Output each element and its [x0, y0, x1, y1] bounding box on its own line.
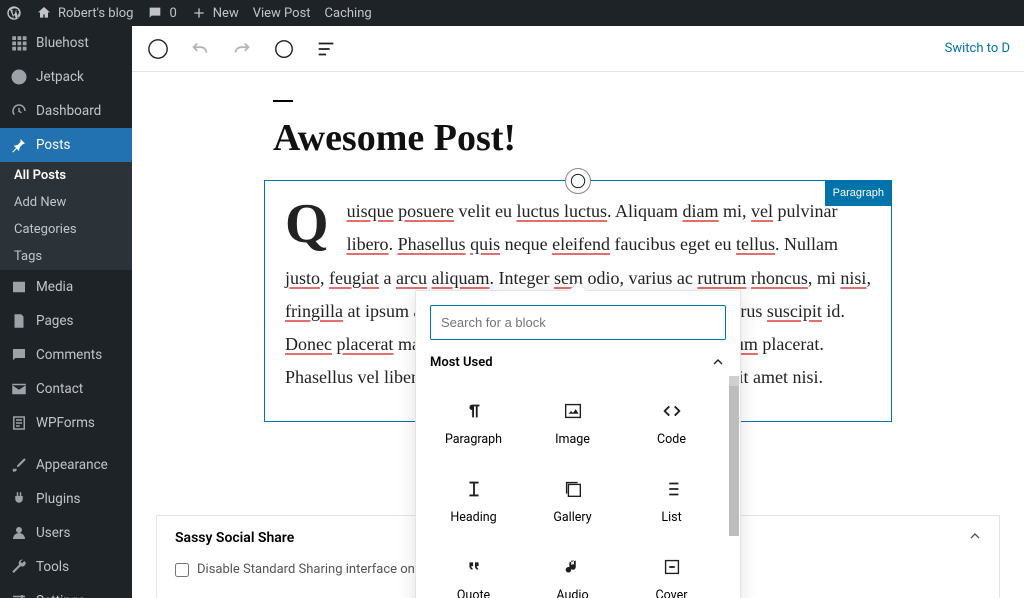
redo-button[interactable] — [230, 37, 254, 61]
wpforms-icon — [10, 414, 28, 432]
comment-count: 0 — [169, 6, 176, 21]
sidebar-item-bluehost[interactable]: Bluehost — [0, 26, 132, 60]
new-label: New — [213, 6, 239, 21]
sidebar-item-comments[interactable]: Comments — [0, 338, 132, 372]
list-icon — [661, 478, 683, 500]
switch-editor-link[interactable]: Switch to D — [945, 41, 1010, 56]
site-link[interactable]: Robert's blog — [36, 5, 133, 21]
submenu-all-posts[interactable]: All Posts — [0, 162, 132, 189]
wordpress-logo-button[interactable] — [6, 5, 22, 21]
submenu-add-new[interactable]: Add New — [0, 189, 132, 216]
sidebar-item-jetpack[interactable]: Jetpack — [0, 60, 132, 94]
sidebar-item-settings[interactable]: Settings — [0, 584, 132, 598]
wrench-icon — [10, 558, 28, 576]
view-post-link[interactable]: View Post — [253, 6, 311, 21]
inserter-scrollbar[interactable] — [729, 380, 739, 598]
sidebar-item-pages[interactable]: Pages — [0, 304, 132, 338]
block-tile-code[interactable]: Code — [624, 386, 719, 460]
cover-icon — [661, 556, 683, 578]
posts-submenu: All Posts Add New Categories Tags — [0, 162, 132, 270]
jetpack-icon — [10, 68, 28, 86]
sidebar-item-dashboard[interactable]: Dashboard — [0, 94, 132, 128]
content-structure-button[interactable] — [272, 37, 296, 61]
block-tile-gallery[interactable]: Gallery — [525, 464, 620, 538]
audio-icon — [562, 556, 584, 578]
gallery-icon — [562, 478, 584, 500]
post-title-block[interactable]: Awesome Post! — [273, 100, 883, 160]
sidebar-item-users[interactable]: Users — [0, 516, 132, 550]
inserter-section-title: Most Used — [430, 355, 493, 370]
sidebar-item-appearance[interactable]: Appearance — [0, 448, 132, 482]
code-icon — [661, 400, 683, 422]
panel-chevron-up-icon[interactable] — [967, 528, 983, 544]
image-icon — [562, 400, 584, 422]
block-inserter-toggle[interactable] — [565, 168, 591, 194]
add-block-button[interactable] — [146, 37, 170, 61]
dashboard-icon — [10, 102, 28, 120]
block-tile-heading[interactable]: Heading — [426, 464, 521, 538]
block-search-input[interactable] — [430, 305, 726, 340]
admin-sidebar: Bluehost Jetpack Dashboard Posts All Pos… — [0, 26, 132, 598]
quote-icon — [463, 556, 485, 578]
admin-bar: Robert's blog 0 New View Post Caching — [0, 0, 1024, 26]
block-inserter-popover: Most Used Paragraph Image — [415, 290, 741, 598]
block-tile-cover[interactable]: Cover — [624, 542, 719, 598]
brush-icon — [10, 456, 28, 474]
block-grid: Paragraph Image Code Heading — [416, 380, 740, 598]
plus-icon — [191, 5, 207, 21]
comments-icon — [10, 346, 28, 364]
media-icon — [10, 278, 28, 296]
sidebar-item-posts[interactable]: Posts — [0, 128, 132, 162]
submenu-categories[interactable]: Categories — [0, 216, 132, 243]
site-title: Robert's blog — [58, 6, 133, 21]
sidebar-item-media[interactable]: Media — [0, 270, 132, 304]
paragraph-icon — [463, 400, 485, 422]
sidebar-item-tools[interactable]: Tools — [0, 550, 132, 584]
comment-icon — [147, 5, 163, 21]
title-divider — [273, 100, 293, 102]
heading-icon — [463, 478, 485, 500]
pin-icon — [10, 136, 28, 154]
grid-icon — [10, 34, 28, 52]
block-navigation-button[interactable] — [314, 37, 338, 61]
undo-button[interactable] — [188, 37, 212, 61]
pages-icon — [10, 312, 28, 330]
post-title[interactable]: Awesome Post! — [273, 116, 883, 160]
caching-link[interactable]: Caching — [325, 6, 372, 21]
submenu-tags[interactable]: Tags — [0, 243, 132, 270]
block-tile-audio[interactable]: Audio — [525, 542, 620, 598]
editor-main: Switch to D Awesome Post! Paragraph Quis… — [132, 26, 1024, 598]
user-icon — [10, 524, 28, 542]
block-tile-list[interactable]: List — [624, 464, 719, 538]
sidebar-item-plugins[interactable]: Plugins — [0, 482, 132, 516]
wordpress-icon — [6, 5, 22, 21]
sliders-icon — [10, 592, 28, 598]
block-tile-quote[interactable]: Quote — [426, 542, 521, 598]
block-tile-paragraph[interactable]: Paragraph — [426, 386, 521, 460]
block-type-label: Paragraph — [825, 180, 892, 206]
block-tile-image[interactable]: Image — [525, 386, 620, 460]
editor-canvas: Awesome Post! Paragraph Quisque posuere … — [132, 72, 1024, 598]
sidebar-item-contact[interactable]: Contact — [0, 372, 132, 406]
contact-icon — [10, 380, 28, 398]
sassy-disable-checkbox[interactable] — [175, 563, 189, 577]
editor-toolbar: Switch to D — [132, 26, 1024, 72]
comments-link[interactable]: 0 — [147, 5, 176, 21]
chevron-up-icon[interactable] — [710, 354, 726, 370]
plug-icon — [10, 490, 28, 508]
new-button[interactable]: New — [191, 5, 239, 21]
home-icon — [36, 5, 52, 21]
sidebar-item-wpforms[interactable]: WPForms — [0, 406, 132, 440]
